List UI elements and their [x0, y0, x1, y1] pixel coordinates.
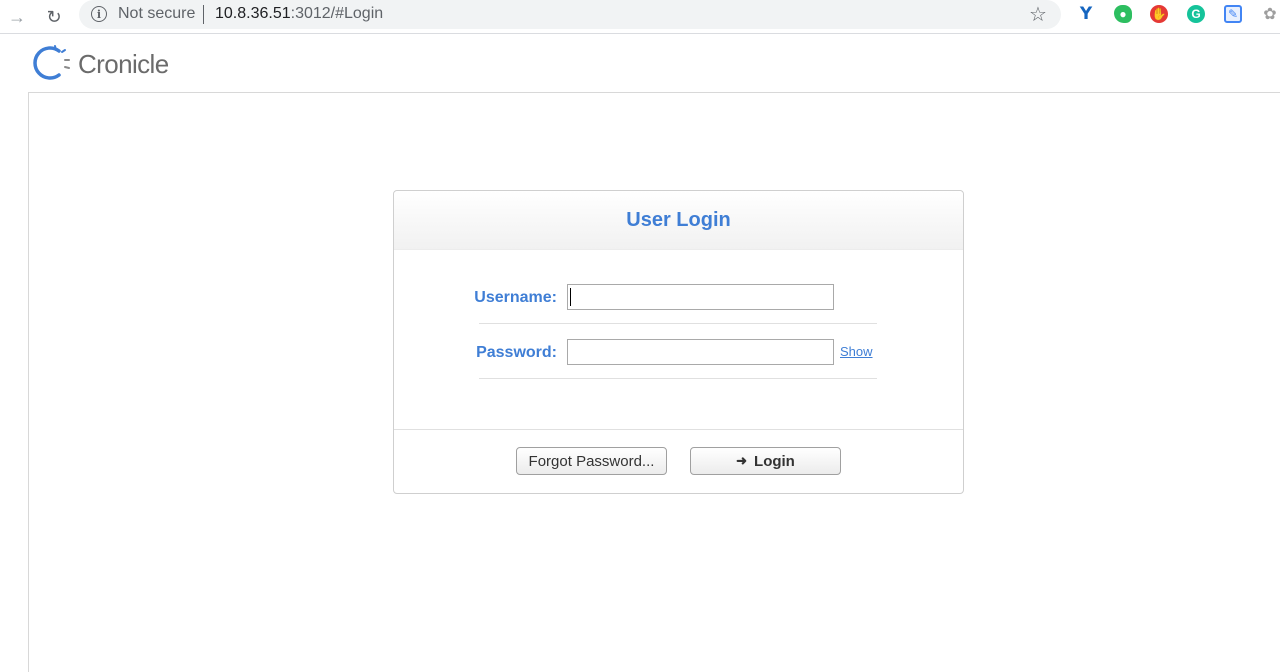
security-label[interactable]: Not secure: [118, 5, 195, 23]
url-path: :3012/#Login: [290, 5, 384, 22]
address-bar[interactable]: i Not secure 10.8.36.51:3012/#Login ☆: [79, 0, 1061, 29]
show-password-link[interactable]: Show: [840, 344, 873, 359]
info-icon[interactable]: i: [91, 6, 107, 22]
username-row: Username:: [474, 283, 877, 324]
app-header: Cronicle: [0, 35, 1280, 93]
dialog-title: User Login: [394, 191, 963, 250]
address-separator: [203, 5, 204, 24]
sign-in-icon: ➜: [736, 453, 748, 468]
password-input[interactable]: [567, 339, 834, 365]
evernote-icon[interactable]: ●: [1114, 5, 1132, 23]
login-button-label: Login: [754, 452, 795, 470]
paw-icon[interactable]: ✿: [1261, 5, 1279, 23]
url-text[interactable]: 10.8.36.51:3012/#Login: [215, 5, 383, 23]
username-input[interactable]: [567, 284, 834, 310]
stop-icon[interactable]: ✋: [1150, 5, 1168, 23]
cronicle-logo-icon[interactable]: [31, 43, 71, 83]
forgot-password-label: Forgot Password...: [528, 452, 655, 470]
login-button[interactable]: ➜ Login: [690, 447, 841, 475]
text-cursor: [570, 288, 571, 306]
app-name[interactable]: Cronicle: [78, 49, 169, 80]
reload-icon[interactable]: ↻: [40, 3, 68, 31]
url-host: 10.8.36.51: [215, 5, 291, 22]
password-row: Password: Show: [476, 338, 877, 379]
password-label: Password:: [476, 344, 557, 361]
dialog-footer: Forgot Password... ➜ Login: [394, 429, 963, 494]
ext-y-icon[interactable]: Y: [1077, 4, 1095, 24]
username-label: Username:: [474, 289, 557, 306]
pen-icon[interactable]: ✎: [1224, 5, 1242, 23]
login-dialog: User Login Username: Password: Show Forg…: [393, 190, 964, 494]
bookmark-star-icon[interactable]: ☆: [1029, 2, 1047, 27]
forward-icon[interactable]: →: [3, 3, 31, 31]
forgot-password-button[interactable]: Forgot Password...: [516, 447, 667, 475]
browser-toolbar: → ↻ i Not secure 10.8.36.51:3012/#Login …: [0, 0, 1280, 34]
grammarly-icon[interactable]: G: [1187, 5, 1205, 23]
